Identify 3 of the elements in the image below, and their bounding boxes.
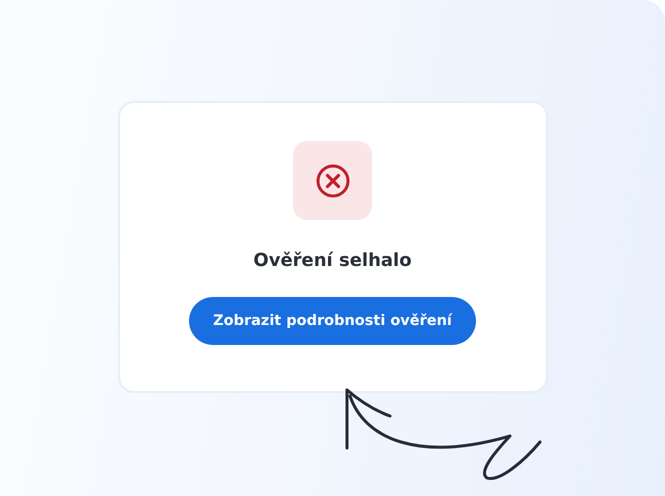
status-title: Ověření selhalo <box>253 250 412 271</box>
close-circle-icon <box>316 164 350 198</box>
details-button[interactable]: Zobrazit podrobnosti ověření <box>189 297 476 345</box>
